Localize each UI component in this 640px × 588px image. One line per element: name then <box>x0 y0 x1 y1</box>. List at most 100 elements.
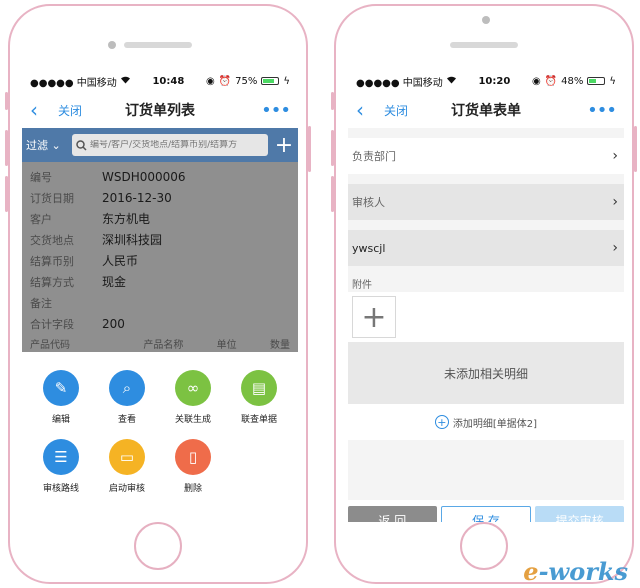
nav-bar: ‹ 关闭 订货单列表 ••• <box>22 92 298 128</box>
list-icon: ☰ <box>43 439 79 475</box>
action-label: 关联生成 <box>174 415 211 425</box>
detail-label: 订货日期 <box>30 191 74 205</box>
action-folder[interactable]: ▭ 启动审核 <box>94 439 160 494</box>
earpiece-speaker <box>124 42 192 48</box>
empty-detail-message: 未添加相关明细 <box>348 342 624 404</box>
lock-icon: ◉ <box>205 75 215 87</box>
action-label: 查看 <box>117 415 136 425</box>
action-document[interactable]: ▤ 联查单据 <box>226 370 292 425</box>
action-label: 编辑 <box>51 415 70 425</box>
clock: 10:48 <box>152 75 185 87</box>
action-label: 启动审核 <box>108 484 145 494</box>
action-link[interactable]: ∞ 关联生成 <box>160 370 226 425</box>
home-button[interactable] <box>460 522 508 570</box>
action-grid: ✎ 编辑 ⌕ 查看 ∞ 关联生成 ▤ 联查单据 ☰ 审核路线 ▭ 启动审核 ▯ 删除 <box>22 352 298 494</box>
clock: 10:20 <box>478 75 511 87</box>
field-reviewer[interactable]: 审核人 › <box>348 184 624 220</box>
add-attachment-button[interactable]: + <box>352 296 396 338</box>
carrier-label: ●●●●● 中国移动 <box>356 77 443 89</box>
charging-icon: ϟ <box>609 75 616 87</box>
chevron-right-icon: › <box>612 194 618 210</box>
submit-review-button[interactable]: 提交审核 <box>535 506 624 522</box>
search-box[interactable] <box>72 134 268 156</box>
field-label: 审核人 <box>352 196 385 209</box>
pencil-icon: ✎ <box>43 370 79 406</box>
attachment-area: + <box>348 292 624 342</box>
column-header: 产品代码 <box>30 339 70 351</box>
wifi-icon <box>120 75 131 87</box>
carrier-label: ●●●●● 中国移动 <box>30 77 117 89</box>
detail-label: 编号 <box>30 170 52 184</box>
watermark-rest: -works <box>538 557 628 586</box>
order-form: 负责部门 › 审核人 › ywscjl › 附件 + 未添加相关明细 + 添加明… <box>348 128 624 500</box>
more-icon[interactable]: ••• <box>261 100 291 121</box>
order-detail-panel: 编号 WSDH000006 订货日期 2016-12-30 客户 东方机电交货地点 深圳科技… <box>22 162 298 352</box>
close-button[interactable]: 关闭 <box>384 102 408 119</box>
folder-icon: ▭ <box>109 439 145 475</box>
chevron-right-icon: › <box>612 148 618 164</box>
detail-value: 200 <box>102 316 125 331</box>
filter-bar: 过滤 ⌄ + <box>22 128 298 162</box>
filter-button[interactable]: 过滤 ⌄ <box>26 137 66 153</box>
detail-row: 合计字段 200 <box>30 313 290 334</box>
detail-value: 东方机电 <box>102 212 151 226</box>
detail-value: 深圳科技园 <box>102 233 163 247</box>
add-detail-button[interactable]: + 添加明细[单据体2] <box>348 404 624 440</box>
field-department[interactable]: 负责部门 › <box>348 138 624 174</box>
field-label: 负责部门 <box>352 150 396 163</box>
attachment-label: 附件 <box>352 280 372 291</box>
volume-up-button <box>331 130 334 166</box>
volume-down-button <box>5 176 8 212</box>
action-trash[interactable]: ▯ 删除 <box>160 439 226 494</box>
nav-bar: ‹ 关闭 订货单表单 ••• <box>348 92 624 128</box>
field-label: ywscjl <box>352 241 386 255</box>
add-button[interactable]: + <box>274 133 294 158</box>
trash-icon: ▯ <box>175 439 211 475</box>
detail-row: 客户 东方机电 <box>30 208 290 229</box>
action-magnifier[interactable]: ⌕ 查看 <box>94 370 160 425</box>
detail-row: 备注 <box>30 292 290 313</box>
power-button <box>308 126 311 172</box>
magnifier-icon: ⌕ <box>109 370 145 406</box>
chevron-left-icon[interactable]: ‹ <box>356 98 374 122</box>
alarm-icon: ⏰ <box>544 75 558 87</box>
front-camera <box>482 16 490 24</box>
left-phone-frame: ●●●●● 中国移动 10:48 ◉ ⏰ 75% ϟ ‹ 关闭 订货单列表 ••… <box>5 4 311 584</box>
back-button[interactable]: 返 回 <box>348 506 437 522</box>
action-label: 审核路线 <box>42 484 79 494</box>
action-list[interactable]: ☰ 审核路线 <box>28 439 94 494</box>
chevron-left-icon[interactable]: ‹ <box>30 98 48 122</box>
detail-label: 结算币别 <box>30 254 74 268</box>
detail-row: 编号 WSDH000006 <box>30 166 290 187</box>
battery-percent: 75% <box>235 75 258 87</box>
volume-down-button <box>331 176 334 212</box>
detail-value: 人民币 <box>102 254 139 268</box>
search-icon <box>76 136 87 155</box>
detail-label: 交货地点 <box>30 233 74 247</box>
watermark-logo: e-works <box>523 557 628 586</box>
detail-row: 结算方式 现金 <box>30 271 290 292</box>
charging-icon: ϟ <box>283 75 290 87</box>
detail-row: 交货地点 深圳科技园 <box>30 229 290 250</box>
plus-circle-icon: + <box>434 415 449 429</box>
document-icon: ▤ <box>241 370 277 406</box>
save-button[interactable]: 保 存 <box>440 506 532 522</box>
earpiece-speaker <box>450 42 518 48</box>
power-button <box>634 126 637 172</box>
action-pencil[interactable]: ✎ 编辑 <box>28 370 94 425</box>
more-icon[interactable]: ••• <box>587 100 617 121</box>
home-button[interactable] <box>134 522 182 570</box>
battery-icon <box>261 77 280 85</box>
right-screen: ●●●●● 中国移动 10:20 ◉ ⏰ 48% ϟ ‹ 关闭 订货单表单 ••… <box>348 70 624 522</box>
detail-label: 客户 <box>30 212 52 226</box>
close-button[interactable]: 关闭 <box>58 102 82 119</box>
link-icon: ∞ <box>175 370 211 406</box>
detail-value: 2016-12-30 <box>102 190 172 205</box>
detail-label: 结算方式 <box>30 275 74 289</box>
filter-label: 过滤 <box>26 139 48 152</box>
detail-label: 备注 <box>30 296 52 310</box>
search-input[interactable] <box>90 140 264 150</box>
mute-switch <box>331 92 334 110</box>
field-ywscjl[interactable]: ywscjl › <box>348 230 624 266</box>
volume-up-button <box>5 130 8 166</box>
